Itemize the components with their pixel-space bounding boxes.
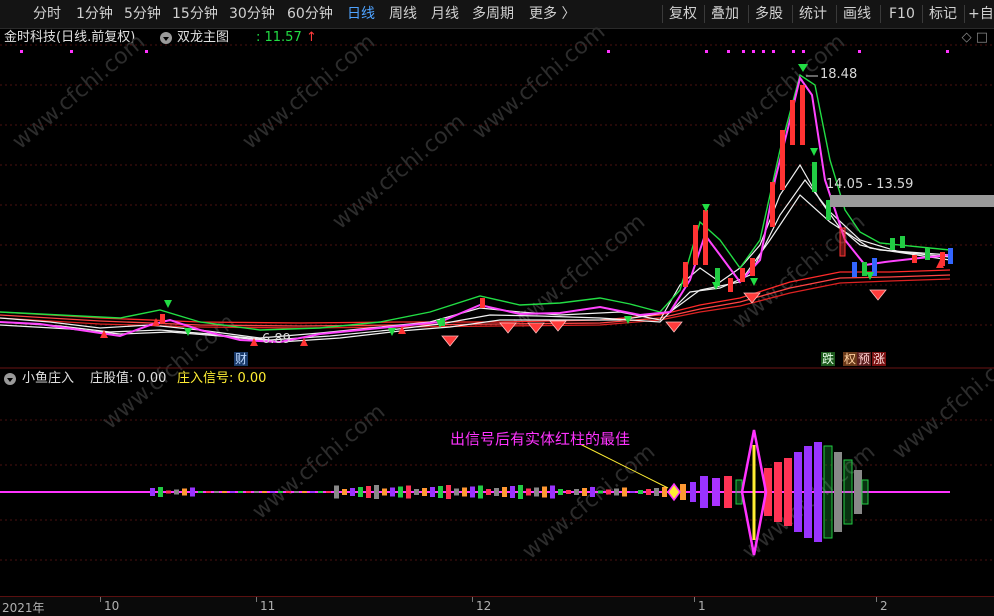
- oscillator-bar: [606, 489, 611, 495]
- oscillator-bar: [174, 489, 179, 495]
- oscillator-bar: [542, 486, 547, 498]
- time-axis: 2021年 10 11 12 1 2: [0, 596, 994, 616]
- rise-badge: 涨: [872, 352, 887, 366]
- chart-canvas[interactable]: www.cfchi.comwww.cfchi.comwww.cfchi.comw…: [0, 0, 994, 615]
- oscillator-bar: [286, 491, 291, 493]
- oscillator-bar: [590, 487, 595, 497]
- watermark-text: www.cfchi.com: [8, 29, 150, 154]
- forecast-badge: 预: [857, 352, 872, 366]
- oscillator-bar: [462, 487, 467, 497]
- axis-label-nov: 11: [260, 599, 276, 613]
- oscillator-bar: [262, 491, 267, 493]
- oscillator-bar: [406, 485, 411, 499]
- oscillator-bar: [534, 487, 539, 497]
- resistance-zone: [830, 195, 994, 207]
- oscillator-bar: [374, 485, 379, 499]
- oscillator-bar: [166, 490, 171, 494]
- watermark-text: www.cfchi.com: [518, 439, 660, 564]
- oscillator-bar: [430, 487, 435, 497]
- oscillator-bar: [574, 489, 579, 495]
- oscillator-bar: [326, 491, 331, 493]
- oscillator-bar: [150, 488, 155, 496]
- watermark-text: www.cfchi.com: [248, 399, 390, 524]
- watermark-text: www.cfchi.com: [328, 109, 470, 234]
- lower-indicator-name[interactable]: 小鱼庄入: [22, 370, 74, 388]
- high-price-label: 18.48: [820, 67, 858, 82]
- axis-label-jan: 1: [698, 599, 706, 613]
- oscillator-bar: [598, 490, 603, 494]
- oscillator-bar: [398, 486, 403, 498]
- axis-label-oct: 10: [104, 599, 120, 613]
- oscillator-bar: [558, 489, 563, 495]
- oscillator-bar: [414, 489, 419, 495]
- oscillator-bar: [478, 485, 483, 499]
- price-range-label: 14.05 - 13.59: [826, 177, 914, 192]
- oscillator-bar: [190, 487, 195, 497]
- oscillator-bar: [662, 487, 667, 497]
- oscillator-bar: [582, 488, 587, 496]
- fall-badge: 跌: [821, 352, 836, 366]
- oscillator-bar: [518, 485, 523, 499]
- rights-badge: 权: [843, 352, 858, 366]
- oscillator-bar: [294, 491, 299, 493]
- zhuang-signal-label: 庄入信号: 0.00: [177, 371, 267, 386]
- oscillator-bar: [334, 485, 339, 499]
- signal-annotation: 出信号后有实体红柱的最佳: [450, 430, 631, 448]
- oscillator-bar: [454, 488, 459, 496]
- price-line: [0, 75, 951, 344]
- watermark-text: www.cfchi.com: [238, 29, 380, 154]
- oscillator-bar: [622, 487, 627, 497]
- oscillator-bar: [630, 491, 635, 493]
- oscillator-bar: [222, 491, 227, 493]
- oscillator-bar: [526, 488, 531, 496]
- oscillator-bar: [342, 489, 347, 495]
- oscillator-bar: [654, 488, 659, 496]
- oscillator-bar: [646, 489, 651, 495]
- oscillator-bar: [494, 488, 499, 496]
- oscillator-bar: [638, 490, 643, 494]
- oscillator-bar: [350, 488, 355, 496]
- oscillator-bar: [246, 491, 251, 493]
- oscillator-bar: [230, 491, 235, 493]
- watermark-text: www.cfchi.com: [708, 29, 850, 154]
- finance-badge[interactable]: 财: [234, 352, 249, 366]
- oscillator-bar: [550, 485, 555, 499]
- axis-label-dec: 12: [476, 599, 492, 613]
- lower-indicator-header: 小鱼庄入 庄股值: 0.00 庄入信号: 0.00: [0, 370, 994, 388]
- oscillator-bar: [238, 491, 243, 493]
- dropdown-icon[interactable]: [4, 373, 16, 385]
- oscillator-bar: [614, 488, 619, 496]
- zhuang-value-label: 庄股值: 0.00: [90, 371, 167, 386]
- oscillator-bar: [198, 491, 203, 493]
- oscillator-bar: [214, 491, 219, 493]
- oscillator-bar: [270, 491, 275, 493]
- oscillator-bar: [278, 491, 283, 493]
- oscillator-bar: [422, 488, 427, 496]
- oscillator-bar: [310, 491, 315, 493]
- oscillator-bar: [206, 491, 211, 493]
- oscillator-bar: [470, 486, 475, 498]
- watermark-text: www.cfchi.com: [888, 339, 994, 464]
- oscillator-bar: [390, 487, 395, 497]
- watermark-text: www.cfchi.com: [468, 19, 610, 144]
- low-price-label: 6.89: [262, 332, 291, 347]
- oscillator-bar: [182, 488, 187, 496]
- red-ma-lines: [0, 269, 951, 329]
- oscillator-bar: [158, 487, 163, 497]
- signal-small-diamond: [667, 482, 681, 502]
- axis-label-year: 2021年: [2, 601, 45, 615]
- oscillator-bar: [510, 486, 515, 498]
- axis-label-feb: 2: [880, 599, 888, 613]
- oscillator-bar: [566, 490, 571, 494]
- oscillator-bar: [486, 489, 491, 495]
- oscillator-bar: [366, 486, 371, 498]
- oscillator-bar: [302, 491, 307, 493]
- oscillator-bar: [502, 487, 507, 497]
- oscillator-bar: [438, 486, 443, 498]
- oscillator-bar: [254, 491, 259, 493]
- oscillator-bar: [382, 488, 387, 496]
- oscillator-bar: [358, 487, 363, 497]
- oscillator-bar: [318, 491, 323, 493]
- oscillator-bar: [446, 485, 451, 499]
